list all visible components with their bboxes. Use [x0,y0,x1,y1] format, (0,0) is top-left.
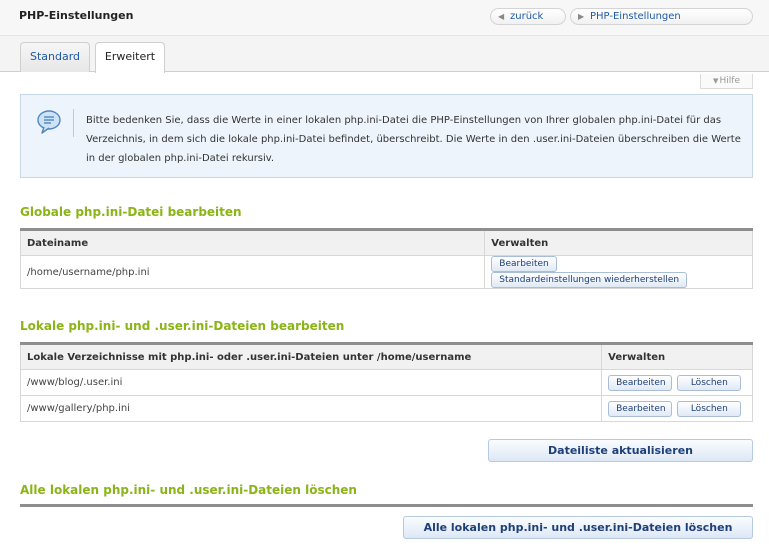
global-section-title: Globale php.ini-Datei bearbeiten [20,205,242,219]
file-path: /www/gallery/php.ini [19,395,603,422]
delete-button[interactable]: Löschen [677,374,742,391]
speech-bubble-icon [37,110,61,134]
back-button[interactable]: ◀ zurück [490,8,566,25]
info-text: Bitte bedenken Sie, dass die Werte in ei… [86,115,741,164]
tab-standard[interactable]: Standard [20,42,90,72]
file-path: /home/username/php.ini [19,255,486,289]
tab-erweitert[interactable]: Erweitert [95,42,165,73]
delete-button[interactable]: Löschen [677,400,742,417]
local-section-title: Lokale php.ini- und .user.ini-Dateien be… [20,319,345,333]
column-header-directories: Lokale Verzeichnisse mit php.ini- oder .… [19,343,603,370]
table-row: /www/blog/.user.ini Bearbeiten Löschen [19,369,753,396]
divider [73,109,74,137]
chevron-right-icon: ▶ [578,12,585,21]
help-toggle[interactable]: ▼ Hilfe [700,74,753,89]
triangle-down-icon: ▼ [713,77,719,85]
actions-cell: Bearbeiten Standardeinstellungen wiederh… [484,255,753,289]
breadcrumb[interactable]: ▶ PHP-Einstellungen [570,8,753,25]
restore-defaults-button[interactable]: Standardeinstellungen wiederherstellen [491,272,688,288]
delete-all-button[interactable]: Alle lokalen php.ini- und .user.ini-Date… [403,516,753,539]
column-header-manage: Verwalten [484,229,753,256]
edit-button[interactable]: Bearbeiten [491,256,557,272]
chevron-left-icon: ◀ [498,12,505,21]
page-title: PHP-Einstellungen [19,9,134,22]
refresh-file-list-button[interactable]: Dateiliste aktualisieren [488,439,753,462]
table-header-row: Dateiname Verwalten [19,229,753,256]
back-label: zurück [510,11,544,22]
actions-cell: Bearbeiten Löschen [601,369,753,396]
edit-button[interactable]: Bearbeiten [608,400,673,417]
local-file-table: Lokale Verzeichnisse mit php.ini- oder .… [19,342,753,422]
actions-cell: Bearbeiten Löschen [601,395,753,422]
column-header-filename: Dateiname [19,229,486,256]
page-header: PHP-Einstellungen ◀ zurück ▶ PHP-Einstel… [0,0,769,36]
column-header-manage: Verwalten [601,343,753,370]
edit-button[interactable]: Bearbeiten [608,374,673,391]
delete-section-title: Alle lokalen php.ini- und .user.ini-Date… [20,483,357,497]
table-row: /www/gallery/php.ini Bearbeiten Löschen [19,395,753,422]
tab-bar: Standard Erweitert [0,36,769,73]
table-row: /home/username/php.ini Bearbeiten Standa… [19,255,753,289]
global-file-table: Dateiname Verwalten /home/username/php.i… [19,228,753,289]
table-header-row: Lokale Verzeichnisse mit php.ini- oder .… [19,343,753,370]
help-label: Hilfe [719,76,740,86]
file-path: /www/blog/.user.ini [19,369,603,396]
info-box: Bitte bedenken Sie, dass die Werte in ei… [20,94,753,178]
section-divider [20,504,753,507]
breadcrumb-label: PHP-Einstellungen [590,11,681,22]
